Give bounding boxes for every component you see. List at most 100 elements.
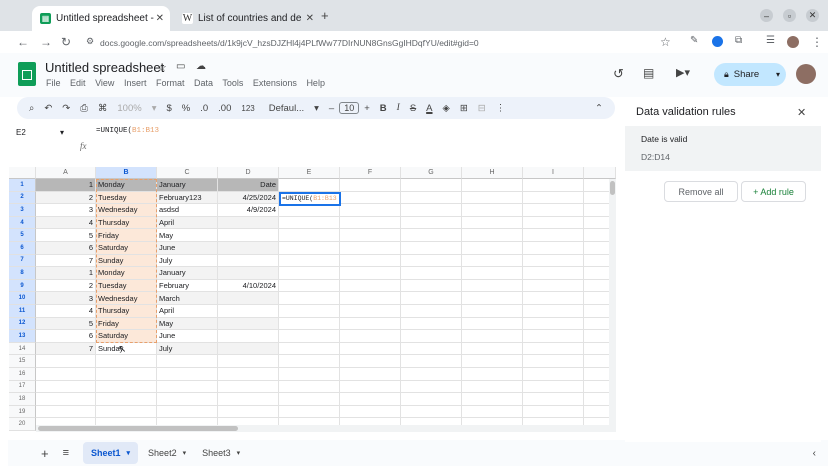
- meet-icon[interactable]: ▶▾: [676, 66, 690, 79]
- cell-b16[interactable]: [96, 368, 157, 381]
- extensions-puzzle-icon[interactable]: ⧉: [735, 35, 742, 46]
- cell-d17[interactable]: [218, 380, 279, 394]
- cell-i18[interactable]: [523, 393, 584, 406]
- cell-c8[interactable]: January: [157, 267, 218, 280]
- cell-g19[interactable]: [401, 405, 462, 419]
- cell-d2[interactable]: 4/25/2024: [218, 191, 279, 205]
- cell-f9[interactable]: [340, 279, 401, 293]
- cell-g2[interactable]: [401, 191, 462, 205]
- cell-f5[interactable]: [340, 229, 401, 242]
- spreadsheet-grid[interactable]: A B C D E F G H I 1 1 Monday January Date 2 2 T…: [9, 167, 616, 432]
- add-sheet-icon[interactable]: +: [41, 446, 49, 461]
- cell-c10[interactable]: March: [157, 292, 218, 305]
- cell-b19[interactable]: [96, 405, 157, 419]
- cell-d13[interactable]: [218, 330, 279, 343]
- cell-c12[interactable]: May: [157, 317, 218, 331]
- cell-c18[interactable]: [157, 393, 218, 406]
- row-header[interactable]: 1: [9, 179, 36, 192]
- cell-i8[interactable]: [523, 267, 584, 280]
- bold-button[interactable]: B: [380, 103, 387, 114]
- cell-c15[interactable]: [157, 355, 218, 368]
- cell-e9[interactable]: [279, 279, 340, 293]
- cell-b12[interactable]: Friday: [96, 317, 157, 331]
- cell-c9[interactable]: February: [157, 279, 218, 293]
- font-size-increase-button[interactable]: +: [364, 103, 370, 114]
- row-header[interactable]: 2: [9, 191, 36, 205]
- cell-f14[interactable]: [340, 342, 401, 356]
- cell-h3[interactable]: [462, 204, 523, 217]
- cell-c2[interactable]: February123: [157, 191, 218, 205]
- cell-g14[interactable]: [401, 342, 462, 356]
- cell-f16[interactable]: [340, 368, 401, 381]
- sheet-tab-sheet2[interactable]: Sheet2 ▾: [142, 448, 192, 458]
- star-icon[interactable]: ☆: [157, 61, 167, 74]
- menu-file[interactable]: File: [46, 78, 61, 88]
- history-icon[interactable]: ↺: [613, 66, 624, 82]
- cell-h18[interactable]: [462, 393, 523, 406]
- column-header-a[interactable]: A: [36, 167, 96, 179]
- cell-c16[interactable]: [157, 368, 218, 381]
- menu-edit[interactable]: Edit: [70, 78, 86, 88]
- row-header[interactable]: 8: [9, 267, 36, 280]
- maximize-icon[interactable]: ▫: [783, 9, 796, 22]
- cell-e18[interactable]: [279, 393, 340, 406]
- column-header-g[interactable]: G: [401, 167, 462, 179]
- extension-pen-icon[interactable]: ✎: [690, 35, 698, 46]
- cell-a11[interactable]: 4: [36, 305, 96, 318]
- cell-d8[interactable]: [218, 267, 279, 280]
- sheets-logo-icon[interactable]: [18, 62, 36, 86]
- cell-g11[interactable]: [401, 305, 462, 318]
- cell-i19[interactable]: [523, 405, 584, 419]
- cell-h1[interactable]: [462, 179, 523, 192]
- cell-b6[interactable]: Saturday: [96, 242, 157, 255]
- font-size-input[interactable]: 10: [339, 102, 360, 114]
- cell-d19[interactable]: [218, 405, 279, 419]
- cell-i4[interactable]: [523, 216, 584, 230]
- cell-b3[interactable]: Wednesday: [96, 204, 157, 217]
- menu-format[interactable]: Format: [156, 78, 185, 88]
- column-header-j[interactable]: [584, 167, 616, 179]
- cell-e10[interactable]: [279, 292, 340, 305]
- cell-e16[interactable]: [279, 368, 340, 381]
- cell-g10[interactable]: [401, 292, 462, 305]
- cell-e8[interactable]: [279, 267, 340, 280]
- cell-b13[interactable]: Saturday: [96, 330, 157, 343]
- cell-c7[interactable]: July: [157, 254, 218, 268]
- cell-a1[interactable]: 1: [36, 179, 96, 192]
- row-header[interactable]: 5: [9, 229, 36, 242]
- close-tab-icon[interactable]: ✕: [306, 13, 314, 24]
- cell-e12[interactable]: [279, 317, 340, 331]
- column-header-i[interactable]: I: [523, 167, 584, 179]
- cell-d1[interactable]: Date: [218, 179, 279, 192]
- cell-h13[interactable]: [462, 330, 523, 343]
- column-header-h[interactable]: H: [462, 167, 523, 179]
- row-header[interactable]: 4: [9, 216, 36, 230]
- cell-e14[interactable]: [279, 342, 340, 356]
- cell-b17[interactable]: [96, 380, 157, 394]
- cell-f1[interactable]: [340, 179, 401, 192]
- cell-d18[interactable]: [218, 393, 279, 406]
- menu-tools[interactable]: Tools: [222, 78, 243, 88]
- column-header-f[interactable]: F: [340, 167, 401, 179]
- row-header[interactable]: 11: [9, 305, 36, 318]
- cell-d7[interactable]: [218, 254, 279, 268]
- name-box-dropdown-icon[interactable]: ▾: [60, 128, 64, 137]
- cell-i13[interactable]: [523, 330, 584, 343]
- cell-b14[interactable]: Sunday: [96, 342, 157, 356]
- row-header[interactable]: 9: [9, 279, 36, 293]
- cell-a2[interactable]: 2: [36, 191, 96, 205]
- reload-icon[interactable]: ↻: [61, 35, 71, 49]
- cell-i16[interactable]: [523, 368, 584, 381]
- cell-i3[interactable]: [523, 204, 584, 217]
- row-header[interactable]: 17: [9, 380, 36, 394]
- cell-a3[interactable]: 3: [36, 204, 96, 217]
- sheet-menu-icon[interactable]: ▾: [237, 449, 241, 457]
- row-header[interactable]: 18: [9, 393, 36, 406]
- borders-icon[interactable]: ⊞: [460, 103, 468, 114]
- cell-f10[interactable]: [340, 292, 401, 305]
- decrease-decimal-button[interactable]: .0: [200, 103, 208, 114]
- column-header-b[interactable]: B: [96, 167, 157, 179]
- cell-g6[interactable]: [401, 242, 462, 255]
- share-button[interactable]: 🔒︎ Share ▾: [714, 63, 786, 86]
- minimize-icon[interactable]: –: [760, 9, 773, 22]
